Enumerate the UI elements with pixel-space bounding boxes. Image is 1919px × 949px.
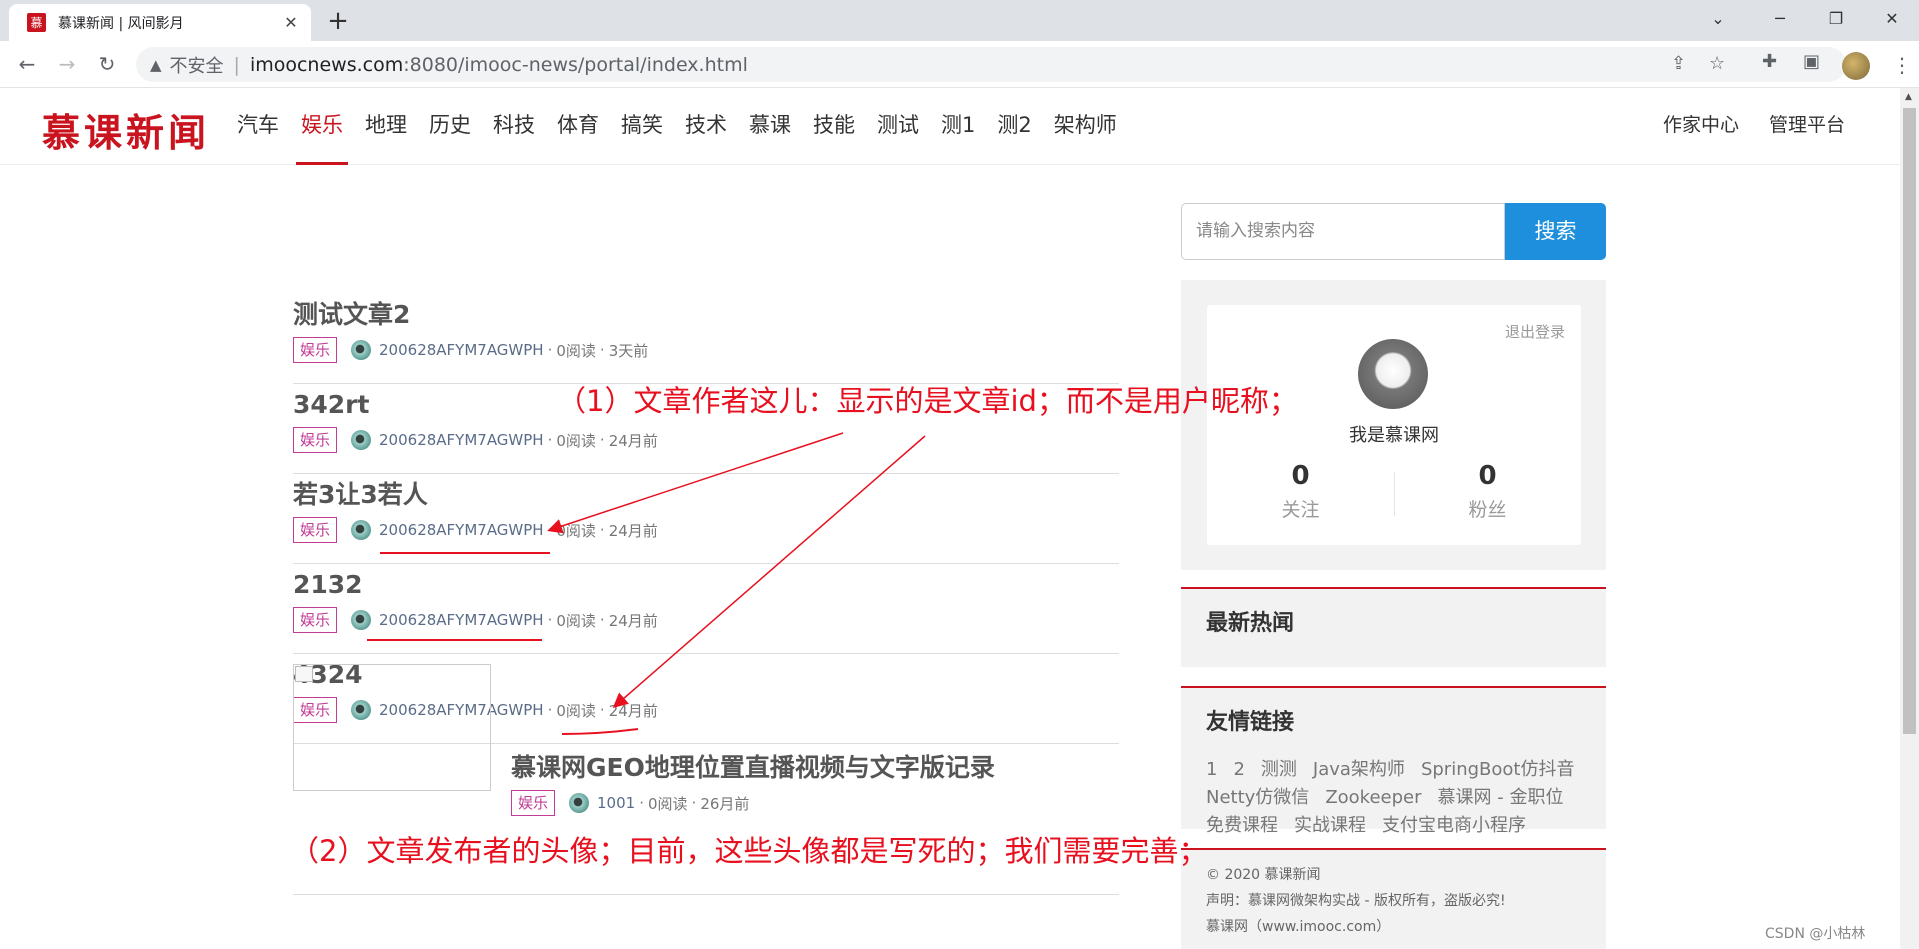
close-tab-icon[interactable]: ✕ — [281, 13, 301, 32]
back-icon[interactable]: ← — [12, 49, 42, 79]
browser-menu-icon[interactable]: ⋮ — [1892, 53, 1912, 77]
page-scrollbar[interactable]: ▲ — [1900, 88, 1919, 949]
reload-icon[interactable]: ↻ — [92, 49, 122, 79]
restore-button[interactable]: ❐ — [1808, 0, 1864, 36]
underline-author-3 — [561, 728, 639, 735]
warning-icon: ▲ — [150, 55, 162, 74]
browser-tab[interactable]: 慕 慕课新闻 | 风间影月 ✕ — [9, 4, 311, 41]
forward-icon[interactable]: → — [52, 49, 82, 79]
bookmark-star-icon[interactable]: ☆ — [1709, 53, 1725, 74]
browser-tab-strip: 慕 慕课新闻 | 风间影月 ✕ + ⌄ ─ ❐ ✕ — [0, 0, 1919, 41]
insecure-label: 不安全 — [169, 55, 224, 77]
tab-search-chevron-icon[interactable]: ⌄ — [1690, 0, 1746, 36]
annotation-arrows — [547, 432, 926, 735]
minimize-button[interactable]: ─ — [1752, 0, 1808, 36]
browser-toolbar: ← → ↻ ▲ 不安全 | imoocnews.com :8080/imooc-… — [0, 41, 1919, 88]
scroll-up-icon[interactable]: ▲ — [1905, 92, 1912, 102]
profile-avatar[interactable] — [1842, 52, 1870, 80]
tab-title: 慕课新闻 | 风间影月 — [58, 15, 184, 32]
site-favicon-icon: 慕 — [27, 13, 46, 32]
scrollbar-thumb[interactable] — [1903, 108, 1916, 734]
address-bar[interactable]: ▲ 不安全 | imoocnews.com :8080/imooc-news/p… — [136, 47, 1846, 82]
close-window-button[interactable]: ✕ — [1864, 0, 1919, 36]
watermark: CSDN @小枯林 — [1765, 926, 1866, 942]
new-tab-button[interactable]: + — [324, 7, 352, 35]
page-content: 慕课新闻 汽车 娱乐 地理 历史 科技 体育 搞笑 技术 慕课 技能 测试 测1 测2 架构师 作家中心 … — [0, 88, 1900, 949]
url-path: :8080/imooc-news/portal/index.html — [403, 53, 748, 76]
arrow-to-avatar — [612, 435, 926, 708]
extensions-icon[interactable]: ✚ — [1762, 51, 1777, 72]
url-host: imoocnews.com — [249, 53, 404, 76]
arrow-to-author — [547, 432, 844, 534]
side-panel-icon[interactable]: ▣ — [1803, 51, 1820, 72]
share-icon[interactable]: ⇪ — [1671, 53, 1686, 74]
url-separator: | — [233, 53, 240, 76]
